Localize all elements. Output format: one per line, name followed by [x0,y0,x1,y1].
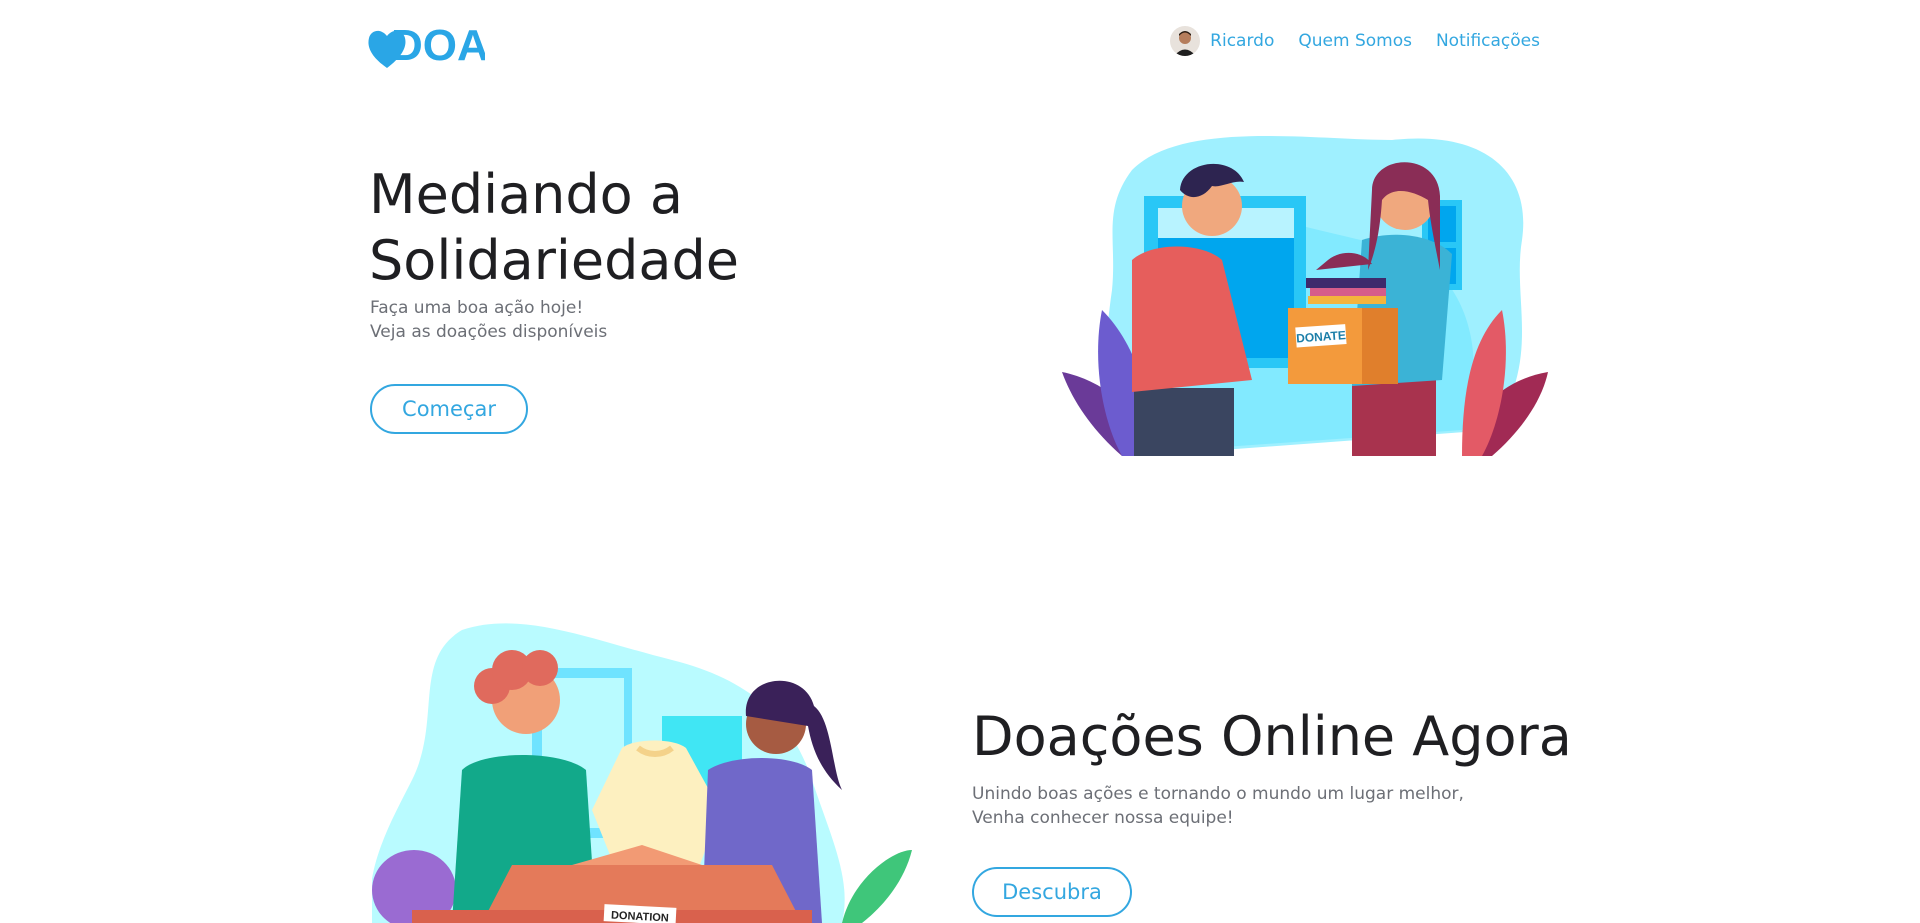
user-name-link[interactable]: Ricardo [1210,31,1274,51]
nav-link-notificacoes[interactable]: Notificações [1436,31,1540,51]
comecar-button[interactable]: Começar [370,384,528,434]
nav-link-quem-somos[interactable]: Quem Somos [1298,31,1412,51]
hero-subtitle: Faça uma boa ação hoje! Veja as doações … [370,296,607,344]
hero-title: Mediando a Solidariedade [369,162,739,294]
hero-title-line2: Solidariedade [369,229,739,292]
hero-subtitle-line2: Veja as doações disponíveis [370,322,608,342]
top-nav: Ricardo Quem Somos Notificações [1170,26,1540,56]
section-subtitle-line2: Venha conhecer nossa equipe! [972,808,1234,828]
hero-title-line1: Mediando a [369,163,683,226]
section-title: Doações Online Agora [972,705,1572,768]
user-menu[interactable]: Ricardo [1170,26,1274,56]
svg-text:DOA: DOA [391,21,485,70]
doa-logo[interactable]: DOA [365,18,485,70]
donation-illustration: DONATE [1062,136,1548,456]
page: DOA Ricardo Quem Somos Notificações Medi… [0,0,1920,923]
avatar[interactable] [1170,26,1201,56]
donation-illustration-2: DONATION [372,623,912,923]
descubra-button[interactable]: Descubra [972,867,1132,917]
section-subtitle-line1: Unindo boas ações e tornando o mundo um … [972,784,1464,804]
hero-subtitle-line1: Faça uma boa ação hoje! [370,298,584,318]
svg-text:DONATION: DONATION [611,909,669,923]
section-subtitle: Unindo boas ações e tornando o mundo um … [972,782,1464,830]
